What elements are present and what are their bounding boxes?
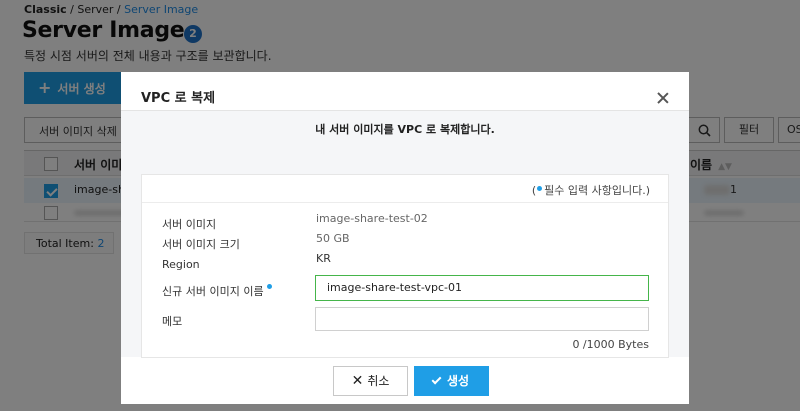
- region-value: KR: [316, 252, 331, 265]
- server-image-label: 서버 이미지: [162, 218, 217, 231]
- modal-title: VPC 로 복제: [141, 91, 216, 106]
- required-dot-icon: [537, 186, 543, 191]
- divider: [142, 202, 668, 203]
- image-size-label: 서버 이미지 크기: [162, 238, 240, 251]
- server-image-value: image-share-test-02: [316, 212, 428, 225]
- close-icon: ✕: [351, 373, 364, 389]
- new-image-name-input[interactable]: image-share-test-vpc-01: [315, 275, 649, 301]
- image-size-value: 50 GB: [316, 232, 350, 245]
- required-dot-icon: [266, 284, 272, 289]
- form-panel: ( 필수 입력 사항입니다.) 서버 이미지 image-share-test-0…: [141, 174, 669, 358]
- memo-input[interactable]: [315, 307, 649, 331]
- modal-subtitle: 내 서버 이미지를 VPC 로 복제합니다.: [315, 123, 495, 136]
- close-icon[interactable]: [657, 92, 669, 104]
- region-label: Region: [162, 258, 200, 271]
- cancel-button[interactable]: ✕ 취소: [333, 366, 408, 396]
- create-label: 생성: [446, 374, 470, 388]
- new-image-name-label-text: 신규 서버 이미지 이름: [162, 285, 264, 298]
- memo-label: 메모: [162, 315, 183, 328]
- create-button[interactable]: 생성: [414, 366, 489, 396]
- required-note-text: 필수 입력 사항입니다.): [544, 184, 650, 197]
- memo-byte-counter: 0 /1000 Bytes: [572, 338, 649, 351]
- copy-to-vpc-modal: VPC 로 복제 내 서버 이미지를 VPC 로 복제합니다. ( 필수 입력 사…: [121, 72, 689, 404]
- new-image-name-label: 신규 서버 이미지 이름: [162, 283, 274, 299]
- required-note-paren: (: [531, 184, 537, 197]
- required-note: ( 필수 입력 사항입니다.): [532, 182, 650, 198]
- check-icon: [431, 374, 442, 385]
- cancel-label: 취소: [367, 374, 390, 388]
